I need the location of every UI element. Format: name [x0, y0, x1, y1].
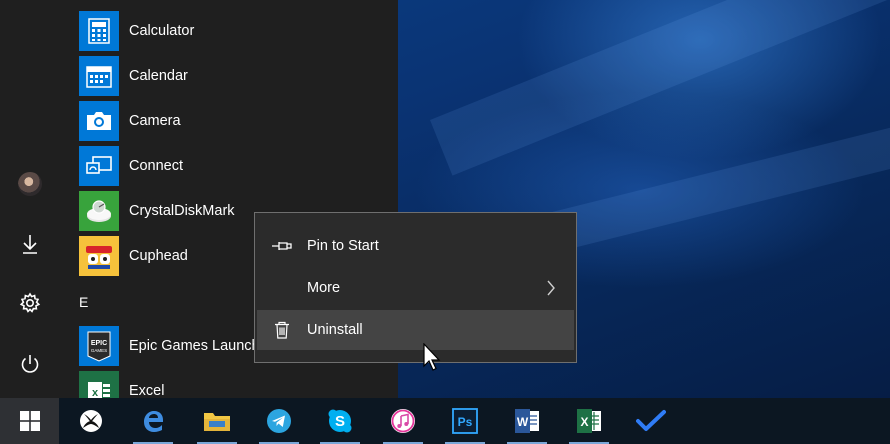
app-item-calendar[interactable]: Calendar — [79, 56, 398, 96]
telegram-icon — [267, 409, 291, 433]
svg-text:x: x — [92, 387, 99, 398]
avatar — [18, 172, 42, 196]
connect-icon — [79, 146, 119, 186]
cuphead-icon — [79, 236, 119, 276]
excel-icon: x — [79, 371, 119, 398]
app-label: Connect — [129, 158, 184, 174]
power-icon — [21, 355, 39, 373]
app-label: Epic Games Launcher — [129, 338, 273, 354]
start-rail — [0, 0, 60, 398]
app-label: Cuphead — [129, 248, 188, 264]
taskbar-word[interactable]: W — [503, 398, 551, 444]
app-label: Camera — [129, 113, 181, 129]
skype-icon: S — [328, 409, 352, 433]
context-menu: Pin to Start More Uninstall — [254, 212, 577, 363]
taskbar-itunes[interactable] — [379, 398, 427, 444]
taskbar-photoshop[interactable]: Ps — [441, 398, 489, 444]
taskbar-telegram[interactable] — [255, 398, 303, 444]
menu-item-more[interactable]: More — [257, 268, 574, 308]
trash-icon — [275, 321, 289, 339]
taskbar-skype[interactable]: S — [316, 398, 364, 444]
app-label: Calculator — [129, 23, 195, 39]
taskbar-edge[interactable] — [129, 398, 177, 444]
chevron-right-icon — [547, 280, 555, 296]
taskbar-xbox[interactable] — [67, 398, 115, 444]
calculator-icon — [79, 11, 119, 51]
downloads-button[interactable] — [0, 222, 60, 266]
folder-icon — [204, 413, 230, 431]
epic-games-icon: EPIC GAMES — [79, 326, 119, 366]
svg-text:X: X — [580, 415, 588, 429]
todo-check-icon — [636, 410, 666, 431]
edge-icon — [144, 411, 163, 432]
menu-item-label: More — [307, 280, 341, 296]
power-button[interactable] — [0, 342, 60, 386]
menu-item-label: Uninstall — [307, 322, 363, 338]
menu-item-pin-to-start[interactable]: Pin to Start — [257, 226, 574, 266]
xbox-icon — [80, 410, 102, 432]
start-button[interactable] — [0, 398, 59, 444]
windows-logo-icon — [19, 411, 40, 431]
photoshop-icon: Ps — [452, 408, 478, 434]
download-icon — [23, 235, 37, 254]
menu-item-label: Pin to Start — [307, 238, 379, 254]
app-item-camera[interactable]: Camera — [79, 101, 398, 141]
user-avatar-button[interactable] — [0, 162, 60, 206]
itunes-icon — [391, 409, 415, 433]
app-label: Excel — [129, 383, 165, 398]
taskbar-excel[interactable]: X — [565, 398, 613, 444]
word-icon: W — [515, 409, 539, 433]
section-header-e[interactable]: E — [79, 294, 88, 310]
pin-icon — [272, 242, 292, 250]
calendar-icon — [79, 56, 119, 96]
app-item-calculator[interactable]: Calculator — [79, 11, 398, 51]
taskbar: S Ps W X — [0, 398, 890, 444]
app-item-excel[interactable]: x Excel — [79, 371, 398, 398]
taskbar-todo[interactable] — [627, 398, 675, 444]
svg-text:S: S — [335, 413, 345, 430]
svg-text:EPIC: EPIC — [91, 340, 107, 347]
crystaldiskmark-icon — [79, 191, 119, 231]
app-label: Calendar — [129, 68, 188, 84]
svg-text:GAMES: GAMES — [91, 348, 107, 353]
taskbar-file-explorer[interactable] — [193, 398, 241, 444]
camera-icon — [79, 101, 119, 141]
svg-text:W: W — [517, 415, 529, 429]
excel-icon: X — [577, 409, 601, 433]
app-item-connect[interactable]: Connect — [79, 146, 398, 186]
svg-text:Ps: Ps — [458, 415, 473, 429]
mouse-cursor — [423, 343, 441, 371]
menu-item-uninstall[interactable]: Uninstall — [257, 310, 574, 350]
app-label: CrystalDiskMark — [129, 203, 235, 219]
gear-icon — [19, 292, 41, 313]
settings-button[interactable] — [0, 281, 60, 325]
